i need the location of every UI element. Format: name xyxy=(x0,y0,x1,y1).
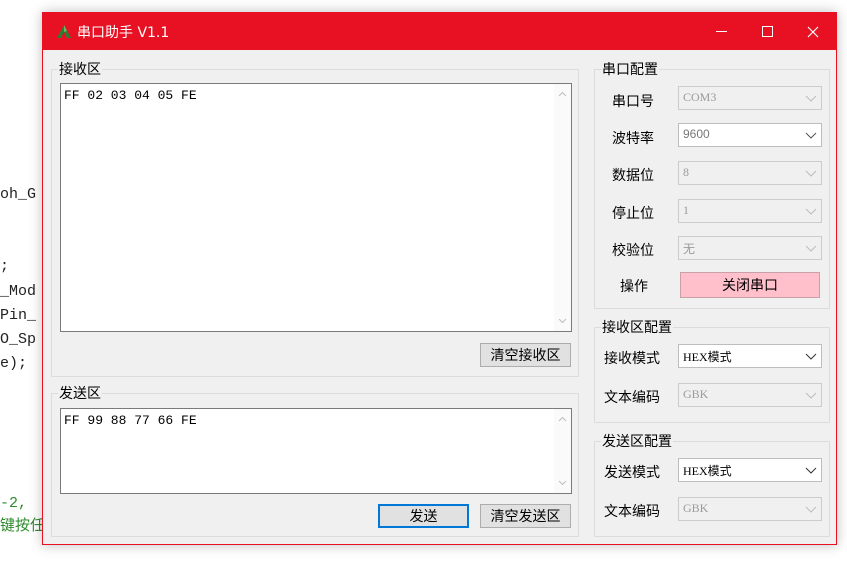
port-select[interactable]: COM3 xyxy=(678,86,822,110)
receive-content: FF 02 03 04 05 FE xyxy=(64,88,197,103)
receive-mode-select[interactable]: HEX模式 xyxy=(678,344,822,368)
scroll-up-icon[interactable] xyxy=(558,90,567,99)
send-mode-value: HEX模式 xyxy=(683,464,732,478)
chevron-down-icon xyxy=(805,245,817,252)
receive-mode-value: HEX模式 xyxy=(683,350,732,364)
stopbits-value: 1 xyxy=(683,203,689,217)
minimize-button[interactable] xyxy=(698,13,744,50)
stopbits-label: 停止位 xyxy=(612,206,654,222)
receive-config-group: 接收区配置 xyxy=(594,317,830,423)
databits-label: 数据位 xyxy=(612,168,654,184)
send-config-label: 发送区配置 xyxy=(602,434,672,450)
receive-scrollbar[interactable] xyxy=(554,84,571,331)
parity-value: 无 xyxy=(683,242,696,256)
chevron-down-icon xyxy=(805,132,817,139)
scroll-up-icon[interactable] xyxy=(558,415,567,424)
title-bar[interactable]: 串口助手 V1.1 xyxy=(43,13,836,50)
send-mode-label: 发送模式 xyxy=(604,465,660,481)
scroll-down-icon[interactable] xyxy=(558,478,567,487)
window-title: 串口助手 V1.1 xyxy=(77,25,170,41)
clear-send-button[interactable]: 清空发送区 xyxy=(480,504,571,528)
receive-encoding-value: GBK xyxy=(683,387,709,401)
port-value: COM3 xyxy=(683,90,717,104)
app-logo-icon xyxy=(57,25,71,38)
chevron-down-icon xyxy=(805,467,817,474)
send-encoding-select[interactable]: GBK xyxy=(678,497,822,521)
send-scrollbar[interactable] xyxy=(554,409,571,493)
chevron-down-icon xyxy=(805,353,817,360)
receive-group-label: 接收区 xyxy=(59,62,101,78)
chevron-down-icon xyxy=(805,392,817,399)
minimize-icon xyxy=(715,31,727,32)
serial-assistant-window: 串口助手 V1.1 接收区 FF 02 03 04 05 FE 清空接收区 发送… xyxy=(42,12,837,545)
code-line: oh_G xyxy=(0,186,37,203)
close-port-button[interactable]: 关闭串口 xyxy=(680,272,820,298)
chevron-down-icon xyxy=(805,95,817,102)
receive-encoding-select[interactable]: GBK xyxy=(678,383,822,407)
close-icon xyxy=(807,26,819,37)
send-group-label: 发送区 xyxy=(59,386,101,402)
maximize-button[interactable] xyxy=(744,13,790,50)
send-content: FF 99 88 77 66 FE xyxy=(64,413,197,428)
databits-value: 8 xyxy=(683,165,689,179)
send-mode-select[interactable]: HEX模式 xyxy=(678,458,822,482)
port-label: 串口号 xyxy=(612,94,654,110)
baud-label: 波特率 xyxy=(612,131,654,147)
code-line: O_Sp xyxy=(0,331,37,348)
scroll-down-icon[interactable] xyxy=(558,316,567,325)
clear-receive-button[interactable]: 清空接收区 xyxy=(480,343,571,367)
code-line: e); xyxy=(0,355,28,372)
send-encoding-value: GBK xyxy=(683,501,709,515)
action-label: 操作 xyxy=(620,279,648,295)
code-line: -2, xyxy=(0,495,28,512)
receive-textarea[interactable]: FF 02 03 04 05 FE xyxy=(60,83,572,332)
stopbits-select[interactable]: 1 xyxy=(678,199,822,223)
send-config-group: 发送区配置 xyxy=(594,431,830,537)
receive-config-label: 接收区配置 xyxy=(602,320,672,336)
serial-config-label: 串口配置 xyxy=(602,62,658,78)
maximize-icon xyxy=(761,26,773,37)
baud-select[interactable]: 9600 xyxy=(678,123,822,147)
close-button[interactable] xyxy=(790,13,836,50)
databits-select[interactable]: 8 xyxy=(678,161,822,185)
receive-mode-label: 接收模式 xyxy=(604,351,660,367)
baud-value: 9600 xyxy=(683,127,710,141)
parity-select[interactable]: 无 xyxy=(678,236,822,260)
send-textarea[interactable]: FF 99 88 77 66 FE xyxy=(60,408,572,494)
parity-label: 校验位 xyxy=(612,243,654,259)
chevron-down-icon xyxy=(805,170,817,177)
code-line: ; xyxy=(0,258,10,275)
chevron-down-icon xyxy=(805,506,817,513)
code-line: 键按任 xyxy=(0,518,46,535)
code-line: Pin_ xyxy=(0,307,37,324)
receive-encoding-label: 文本编码 xyxy=(604,390,660,406)
send-encoding-label: 文本编码 xyxy=(604,504,660,520)
chevron-down-icon xyxy=(805,208,817,215)
code-line: _Mod xyxy=(0,283,37,300)
send-button[interactable]: 发送 xyxy=(378,504,469,528)
